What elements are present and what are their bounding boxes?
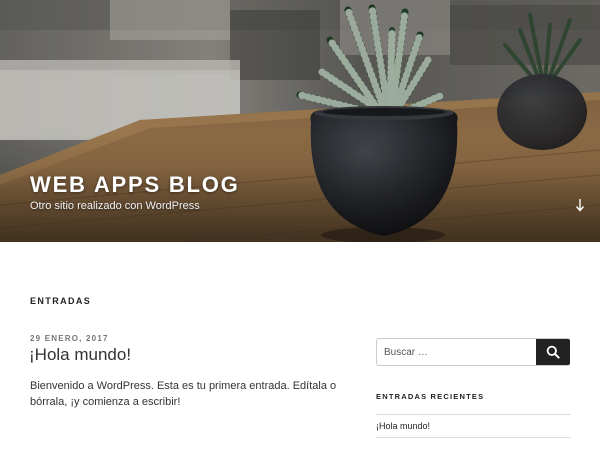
search-icon	[546, 345, 560, 359]
post-excerpt: Bienvenido a WordPress. Esta es tu prime…	[30, 380, 337, 408]
custom-header: WEB APPS BLOG Otro sitio realizado con W…	[0, 0, 600, 242]
search-form	[376, 338, 570, 366]
search-button[interactable]	[536, 339, 570, 365]
post-date[interactable]: 29 ENERO, 2017	[30, 334, 109, 343]
page-title: ENTRADAS	[30, 296, 92, 306]
recent-post-link[interactable]: ¡Hola mundo!	[376, 421, 430, 431]
recent-posts-title: ENTRADAS RECIENTES	[376, 392, 485, 401]
site-title[interactable]: WEB APPS BLOG	[30, 172, 240, 198]
post-title-link[interactable]: ¡Hola mundo!	[29, 345, 131, 365]
recent-posts-list: ¡Hola mundo!	[376, 414, 571, 438]
site-description: Otro sitio realizado con WordPress	[30, 200, 200, 212]
list-item: ¡Hola mundo!	[376, 414, 571, 438]
page: WEB APPS BLOG Otro sitio realizado con W…	[0, 0, 600, 460]
arrow-down-icon[interactable]	[575, 198, 591, 218]
